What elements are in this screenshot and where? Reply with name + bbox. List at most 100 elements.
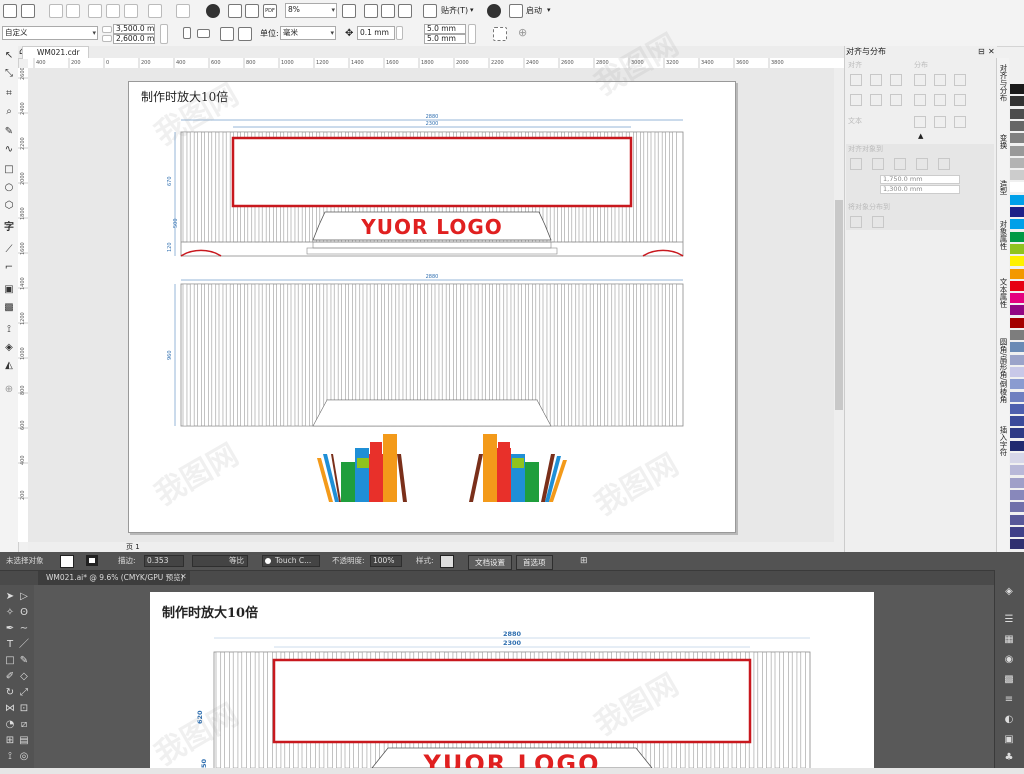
- options-gear-icon[interactable]: [487, 4, 501, 18]
- full-screen-icon[interactable]: [342, 4, 356, 18]
- copy-icon[interactable]: [106, 4, 120, 18]
- properties-icon[interactable]: ☰: [1003, 614, 1015, 626]
- text-align-icon[interactable]: [954, 116, 966, 128]
- opacity-field[interactable]: 100%: [370, 555, 402, 567]
- freehand-tool-icon[interactable]: ✎: [3, 126, 15, 138]
- rectangle-icon[interactable]: □: [4, 655, 16, 667]
- side-tab-insert-character[interactable]: 插入字符: [997, 426, 1009, 468]
- color-swatch[interactable]: [1010, 145, 1024, 156]
- color-swatch[interactable]: [1010, 354, 1024, 365]
- color-icon[interactable]: ◉: [1003, 654, 1015, 666]
- paintbrush-icon[interactable]: ✎: [18, 655, 30, 667]
- grid-icon[interactable]: [916, 158, 928, 170]
- pick-tool-icon[interactable]: ↖: [3, 50, 15, 62]
- width-tool-icon[interactable]: ⋈: [4, 703, 16, 715]
- color-swatch[interactable]: [1010, 428, 1024, 439]
- color-swatch[interactable]: [1010, 219, 1024, 230]
- connector-tool-icon[interactable]: ⌐: [3, 262, 15, 274]
- chevron-down-icon[interactable]: ▾: [547, 3, 551, 17]
- launch-menu[interactable]: 启动: [526, 4, 542, 18]
- opacity-label[interactable]: 不透明度:: [332, 554, 365, 568]
- curvature-icon[interactable]: ∼: [18, 623, 30, 635]
- color-swatch[interactable]: [1010, 403, 1024, 414]
- parallel-dimension-icon[interactable]: ⟋: [3, 244, 15, 256]
- show-grid-icon[interactable]: [381, 4, 395, 18]
- color-swatch[interactable]: [1010, 108, 1024, 119]
- show-rulers-icon[interactable]: [364, 4, 378, 18]
- current-page-icon[interactable]: [238, 27, 252, 41]
- align-bottom-icon[interactable]: [890, 94, 902, 106]
- color-swatch[interactable]: [1010, 477, 1024, 488]
- layers-icon[interactable]: ◈: [1003, 586, 1015, 598]
- side-tab-align[interactable]: 对齐与分布: [997, 64, 1009, 122]
- color-swatch[interactable]: [1010, 502, 1024, 513]
- text-tool-icon[interactable]: 字: [3, 222, 15, 234]
- variable-width-profile[interactable]: 等比: [192, 555, 248, 567]
- color-swatch[interactable]: [1010, 194, 1024, 205]
- libraries-icon[interactable]: ▦: [1003, 634, 1015, 646]
- undo-icon[interactable]: [148, 4, 162, 18]
- transparency-icon[interactable]: ◐: [1003, 714, 1015, 726]
- eyedropper-icon[interactable]: ⟟: [4, 751, 16, 763]
- color-swatch[interactable]: [1010, 231, 1024, 242]
- new-document-icon[interactable]: [3, 4, 17, 18]
- stroke-icon[interactable]: ≡: [1003, 694, 1015, 706]
- color-swatch[interactable]: [1010, 256, 1024, 267]
- distribute-bottom-icon[interactable]: [954, 94, 966, 106]
- open-folder-icon[interactable]: [21, 4, 35, 18]
- color-swatch[interactable]: [1010, 84, 1024, 94]
- portrait-icon[interactable]: [183, 27, 191, 39]
- shape-tool-icon[interactable]: ⤡: [3, 68, 15, 80]
- horizontal-scrollbar[interactable]: [28, 542, 844, 552]
- perspective-icon[interactable]: ⧄: [18, 719, 30, 731]
- scale-icon[interactable]: ⤢: [18, 687, 30, 699]
- align-center-icon[interactable]: [870, 74, 882, 86]
- add-icon[interactable]: ⊕: [518, 26, 527, 40]
- rectangle-tool-icon[interactable]: □: [3, 164, 15, 176]
- color-swatch[interactable]: [1010, 133, 1024, 144]
- color-swatch[interactable]: [1010, 440, 1024, 451]
- show-guidelines-icon[interactable]: [398, 4, 412, 18]
- search-content-icon[interactable]: [206, 4, 220, 18]
- rotate-icon[interactable]: ↻: [4, 687, 16, 699]
- mesh-icon[interactable]: ⊞: [4, 735, 16, 747]
- color-swatch[interactable]: [1010, 366, 1024, 377]
- zoom-level-field[interactable]: 8%: [285, 3, 337, 18]
- cut-icon[interactable]: [88, 4, 102, 18]
- unit-select[interactable]: 毫米: [280, 26, 336, 40]
- page-navigator[interactable]: 页 1: [126, 543, 140, 552]
- color-swatch[interactable]: [1010, 120, 1024, 131]
- eraser-icon[interactable]: ◇: [18, 671, 30, 683]
- color-swatch[interactable]: [1010, 293, 1024, 304]
- distribute-right-icon[interactable]: [954, 74, 966, 86]
- color-swatch[interactable]: [1010, 317, 1024, 328]
- polygon-tool-icon[interactable]: ⬡: [3, 200, 15, 212]
- color-swatch[interactable]: [1010, 170, 1024, 181]
- stroke-swatch[interactable]: [86, 555, 98, 566]
- import-icon[interactable]: [228, 4, 242, 18]
- swatches-icon[interactable]: ▩: [1003, 674, 1015, 686]
- page-edge-icon[interactable]: [872, 158, 884, 170]
- color-swatch[interactable]: [1010, 453, 1024, 463]
- add-tool-icon[interactable]: ⊕: [3, 384, 15, 396]
- chevron-down-icon[interactable]: ▾: [470, 3, 474, 17]
- zoom-tool-icon[interactable]: ⌕: [3, 106, 15, 118]
- launch-app-icon[interactable]: [509, 4, 523, 18]
- side-tab-text-properties[interactable]: 文本属性: [997, 278, 1009, 318]
- fill-swatch[interactable]: [60, 555, 74, 568]
- nudge-distance-field[interactable]: 0.1 mm: [357, 26, 395, 40]
- preferences-button[interactable]: 首选项: [516, 555, 553, 570]
- direct-selection-icon[interactable]: ▷: [18, 591, 30, 603]
- align-right-icon[interactable]: [890, 74, 902, 86]
- text-align-icon[interactable]: [914, 116, 926, 128]
- y-coordinate-field[interactable]: 1,300.0 mm: [880, 185, 960, 194]
- duplicate-y-field[interactable]: 5.0 mm: [424, 34, 466, 44]
- docker-pin-icon[interactable]: ⊟: [978, 46, 985, 58]
- export-icon[interactable]: [245, 4, 259, 18]
- distribute-center-icon[interactable]: [934, 74, 946, 86]
- page-extent-icon[interactable]: [872, 216, 884, 228]
- color-swatch[interactable]: [1010, 342, 1024, 353]
- color-swatch[interactable]: [1010, 416, 1024, 427]
- lasso-icon[interactable]: ʘ: [18, 607, 30, 619]
- color-swatch[interactable]: [1010, 489, 1024, 500]
